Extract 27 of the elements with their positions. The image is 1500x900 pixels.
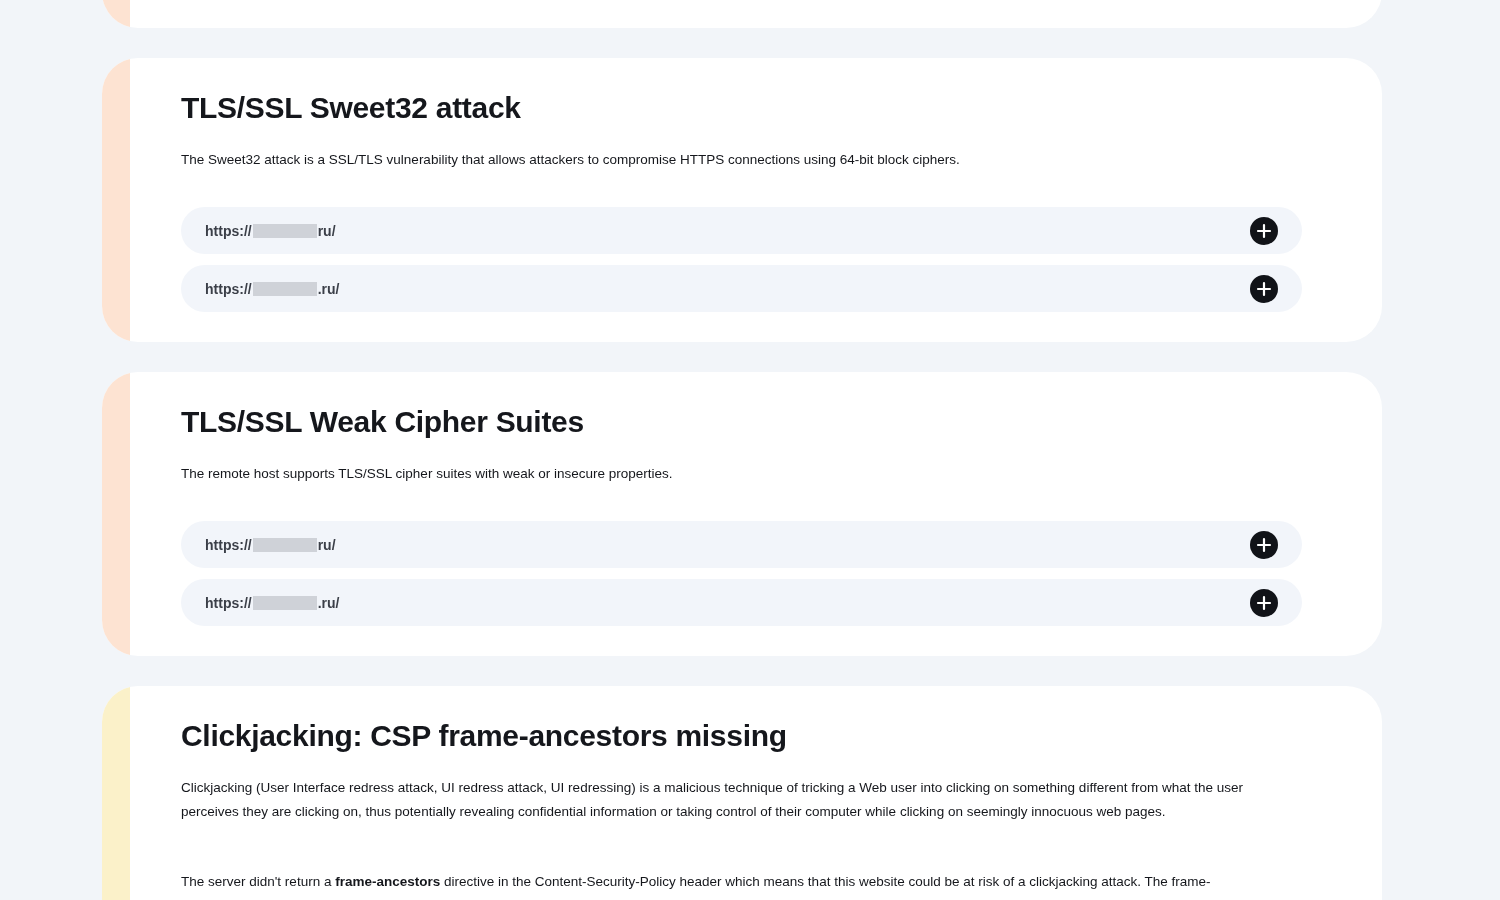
- finding-title: TLS/SSL Weak Cipher Suites: [181, 404, 585, 440]
- url-text: ru/: [317, 536, 336, 553]
- finding-description: The remote host supports TLS/SSL cipher suites with weak or insecure properties.: [181, 465, 674, 483]
- finding-description: Clickjacking (User Interface redress attack, UI redress attack, UI redressing) is a malicious technique of tricking a Web user into clicking on something different from what the user perceives they are clicking on, thus potentially revealing confidential information or taking control of their computer while clicking on seemingly innocuous web pages.: [181, 779, 1244, 821]
- finding-description: The server didn't return a frame-ancestors directive in the Content-Security-Policy header which means that this website could be at risk of a clickjacking attack. The frame-: [181, 873, 1212, 891]
- url-text: ru/: [317, 222, 336, 239]
- expand-plus-icon[interactable]: [1250, 588, 1278, 617]
- url-text: https://: [205, 594, 252, 611]
- url-text: https://: [205, 222, 252, 239]
- url-row[interactable]: https:// ru/: [181, 521, 1302, 568]
- finding-title: TLS/SSL Sweet32 attack: [181, 90, 522, 126]
- url-text: https://: [205, 536, 252, 553]
- redacted-block: [252, 281, 317, 296]
- expand-plus-icon[interactable]: [1250, 530, 1278, 559]
- url-row[interactable]: https:// ru/: [181, 207, 1302, 254]
- expand-plus-icon[interactable]: [1250, 216, 1278, 245]
- url-text: https://: [205, 280, 252, 297]
- finding-title: Clickjacking: CSP frame-ancestors missing: [181, 718, 788, 754]
- redacted-block: [252, 223, 317, 238]
- expand-plus-icon[interactable]: [1250, 274, 1278, 303]
- redacted-block: [252, 595, 317, 610]
- url-row[interactable]: https:// .ru/: [181, 579, 1302, 626]
- redacted-block: [252, 537, 317, 552]
- url-text: .ru/: [317, 280, 340, 297]
- finding-description: The Sweet32 attack is a SSL/TLS vulnerability that allows attackers to compromise HTTPS connections using 64-bit block ciphers.: [181, 151, 961, 169]
- url-row[interactable]: https:// .ru/: [181, 265, 1302, 312]
- url-text: .ru/: [317, 594, 340, 611]
